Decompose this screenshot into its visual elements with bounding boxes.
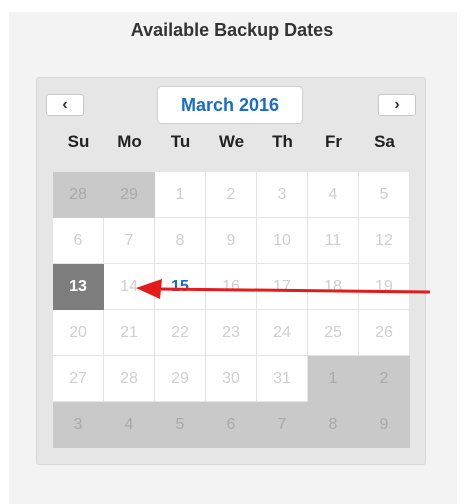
day-cell-disabled: 19 — [359, 264, 410, 310]
day-cell-disabled: 5 — [359, 172, 410, 218]
day-cell-other-month: 9 — [359, 402, 410, 448]
day-cell-other-month: 8 — [308, 402, 359, 448]
day-cell-disabled: 6 — [53, 218, 104, 264]
day-cell-disabled: 30 — [206, 356, 257, 402]
day-cell-other-month: 28 — [53, 172, 104, 218]
day-cell-disabled: 9 — [206, 218, 257, 264]
day-cell-disabled: 4 — [308, 172, 359, 218]
day-cell-disabled: 22 — [155, 310, 206, 356]
page-title: Available Backup Dates — [130, 20, 334, 40]
weekday-label: Th — [272, 132, 293, 151]
day-grid: 28 29 1 2 3 4 5 6 7 8 9 10 11 12 13 14 15 16 17 18 19 20 21 22 2… — [53, 172, 410, 448]
day-cell-disabled: 26 — [359, 310, 410, 356]
weekday-label: Mo — [117, 132, 142, 151]
day-cell-disabled: 7 — [104, 218, 155, 264]
next-month-button[interactable]: › — [378, 94, 416, 116]
day-cell-other-month: 3 — [53, 402, 104, 448]
day-cell-other-month: 5 — [155, 402, 206, 448]
day-cell-disabled: 20 — [53, 310, 104, 356]
day-cell-selected[interactable]: 13 — [53, 264, 104, 310]
weekday-label: Sa — [374, 132, 395, 151]
day-cell-disabled: 29 — [155, 356, 206, 402]
day-cell-disabled: 21 — [104, 310, 155, 356]
day-cell-other-month: 6 — [206, 402, 257, 448]
weekday-label: Su — [67, 132, 90, 151]
day-cell-disabled: 31 — [257, 356, 308, 402]
day-cell-disabled: 14 — [104, 264, 155, 310]
day-cell-other-month: 2 — [359, 356, 410, 402]
weekday-label: Fr — [325, 132, 342, 151]
day-cell-disabled: 2 — [206, 172, 257, 218]
day-cell-disabled: 16 — [206, 264, 257, 310]
day-cell-disabled: 11 — [308, 218, 359, 264]
day-cell-other-month: 7 — [257, 402, 308, 448]
day-cell-disabled: 8 — [155, 218, 206, 264]
day-cell-disabled: 1 — [155, 172, 206, 218]
day-cell-disabled: 10 — [257, 218, 308, 264]
day-cell-disabled: 12 — [359, 218, 410, 264]
weekday-label: Tu — [170, 132, 191, 151]
chevron-right-icon: › — [394, 96, 400, 113]
day-cell-disabled: 28 — [104, 356, 155, 402]
prev-month-button[interactable]: ‹ — [46, 94, 84, 116]
day-cell-disabled: 25 — [308, 310, 359, 356]
day-cell-disabled: 23 — [206, 310, 257, 356]
weekday-label: We — [218, 132, 245, 151]
day-cell-available[interactable]: 15 — [155, 264, 206, 310]
day-cell-disabled: 17 — [257, 264, 308, 310]
day-cell-other-month: 4 — [104, 402, 155, 448]
day-cell-disabled: 24 — [257, 310, 308, 356]
month-year-button[interactable]: March 2016 — [157, 86, 303, 124]
day-cell-disabled: 3 — [257, 172, 308, 218]
day-cell-disabled: 18 — [308, 264, 359, 310]
day-cell-other-month: 1 — [308, 356, 359, 402]
day-cell-other-month: 29 — [104, 172, 155, 218]
chevron-left-icon: ‹ — [62, 96, 68, 113]
day-cell-disabled: 27 — [53, 356, 104, 402]
